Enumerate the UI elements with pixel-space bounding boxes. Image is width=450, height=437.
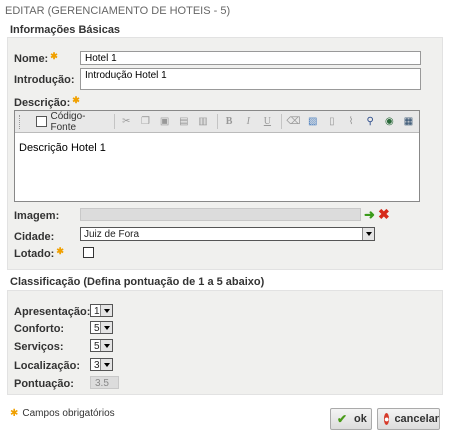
localizacao-label: Localização: <box>14 360 81 372</box>
toolbar-grip[interactable] <box>19 114 24 129</box>
underline-icon[interactable]: U <box>259 114 276 130</box>
conforto-value: 5 <box>94 323 100 334</box>
descricao-label: Descrição: ✱ <box>14 95 80 109</box>
copy-icon[interactable]: ❐ <box>137 114 154 130</box>
ok-button-label: ok <box>354 413 367 425</box>
lotado-checkbox[interactable] <box>83 247 94 258</box>
introducao-input[interactable]: Introdução Hotel 1 <box>80 68 421 90</box>
table-icon[interactable]: ▦ <box>400 114 417 130</box>
paste-text-icon[interactable]: ▤ <box>175 114 192 130</box>
section-title-basic: Informações Básicas <box>10 24 121 36</box>
required-marker: ✱ <box>56 246 64 256</box>
servicos-value: 5 <box>94 341 100 352</box>
required-marker: ✱ <box>50 51 58 61</box>
link-icon[interactable]: ◉ <box>381 114 398 130</box>
source-code-button[interactable]: Código-Fonte <box>32 110 109 133</box>
eraser-icon[interactable]: ⌫ <box>285 114 302 130</box>
rich-text-editor[interactable]: Código-Fonte ✂ ❐ ▣ ▤ ▥ B I U ⌫ ▧ ▯ ⌇ ⚲ ◉… <box>14 110 420 202</box>
toolbar-separator <box>281 114 282 129</box>
cut-icon[interactable]: ✂ <box>118 114 135 130</box>
chevron-down-icon <box>100 305 112 316</box>
cidade-select[interactable]: Juiz de Fora <box>80 227 375 241</box>
chevron-down-icon <box>100 359 112 370</box>
italic-icon[interactable]: I <box>240 114 257 130</box>
cancel-button-label: cancelar <box>394 413 440 425</box>
confirm-arrow-icon[interactable]: ➜ <box>364 207 375 223</box>
page-title: EDITAR (GERENCIAMENTO DE HOTEIS - 5) <box>5 5 231 17</box>
required-marker: ✱ <box>10 408 19 419</box>
required-fields-note: ✱ Campos obrigatórios <box>10 408 115 419</box>
lotado-label: Lotado: ✱ <box>14 246 64 260</box>
localizacao-value: 3 <box>94 360 100 371</box>
apresentacao-label: Apresentação: <box>14 306 91 318</box>
servicos-label: Serviços: <box>14 341 64 353</box>
find-icon[interactable]: ⚲ <box>362 114 379 130</box>
ok-button[interactable]: ✔ ok <box>330 408 372 430</box>
source-icon <box>35 116 48 127</box>
editor-toolbar: Código-Fonte ✂ ❐ ▣ ▤ ▥ B I U ⌫ ▧ ▯ ⌇ ⚲ ◉… <box>15 111 419 133</box>
bold-icon[interactable]: B <box>220 114 237 130</box>
remove-x-icon[interactable]: ✖ <box>378 206 390 223</box>
image-icon[interactable]: ▧ <box>304 114 321 130</box>
toolbar-separator <box>113 114 115 129</box>
imagem-input <box>80 208 361 221</box>
source-code-label: Código-Fonte <box>50 110 86 133</box>
conforto-select[interactable]: 5 <box>90 321 113 334</box>
apresentacao-value: 1 <box>94 306 100 317</box>
attach-icon[interactable]: ⌇ <box>342 114 359 130</box>
cancel-icon: ● <box>384 413 390 425</box>
nome-input[interactable]: Hotel 1 <box>80 51 421 65</box>
chevron-down-icon <box>100 340 112 351</box>
chevron-down-icon <box>100 322 112 333</box>
editor-content[interactable]: Descrição Hotel 1 <box>15 133 419 163</box>
cidade-selected-value: Juiz de Fora <box>84 229 140 240</box>
paste-icon[interactable]: ▣ <box>156 114 173 130</box>
conforto-label: Conforto: <box>14 323 65 335</box>
imagem-label: Imagem: <box>14 210 60 222</box>
required-fields-label: Campos obrigatórios <box>22 408 115 419</box>
pontuacao-readonly-field: 3.5 <box>90 376 119 389</box>
checkmark-icon: ✔ <box>337 412 348 426</box>
cancel-button[interactable]: ● cancelar <box>377 408 440 430</box>
required-marker: ✱ <box>72 95 80 105</box>
localizacao-select[interactable]: 3 <box>90 358 113 371</box>
pontuacao-label: Pontuação: <box>14 378 74 390</box>
nome-label: Nome: ✱ <box>14 51 58 65</box>
toolbar-separator <box>216 114 218 129</box>
cidade-label: Cidade: <box>14 231 55 243</box>
introducao-label: Introdução: <box>14 74 75 86</box>
apresentacao-select[interactable]: 1 <box>90 304 113 317</box>
new-page-icon[interactable]: ▯ <box>323 114 340 130</box>
section-title-classification: Classificação (Defina pontuação de 1 a 5… <box>10 276 265 288</box>
servicos-select[interactable]: 5 <box>90 339 113 352</box>
chevron-down-icon <box>362 228 374 240</box>
paste-word-icon[interactable]: ▥ <box>194 114 211 130</box>
